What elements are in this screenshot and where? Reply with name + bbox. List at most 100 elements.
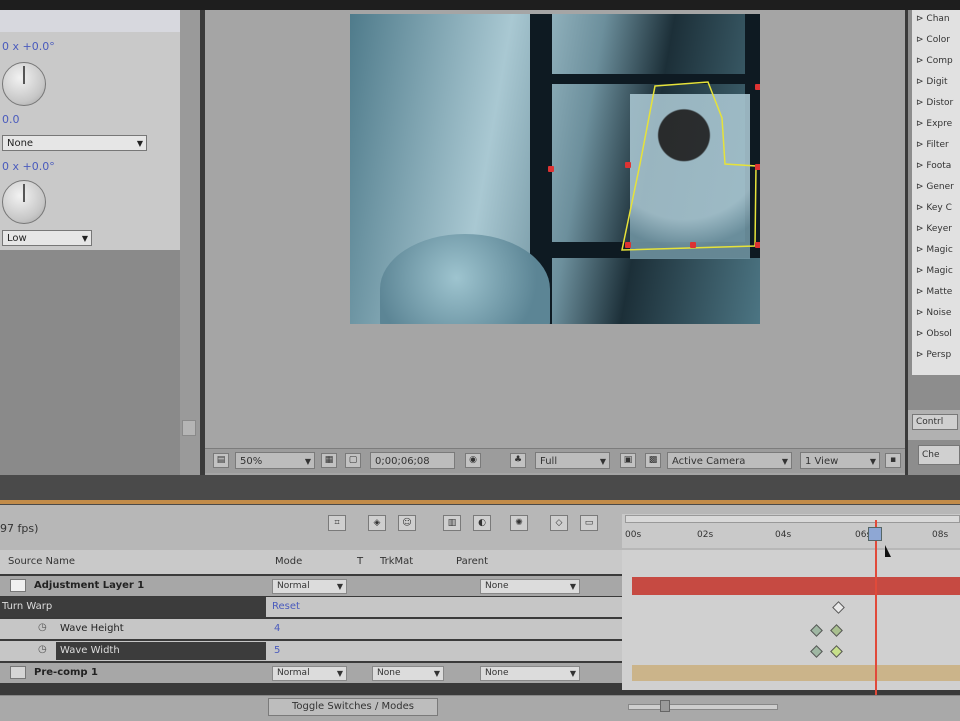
character-button[interactable]: Che bbox=[918, 445, 960, 465]
property-row-wave-height[interactable]: ◷ Wave Height 4 bbox=[0, 619, 622, 639]
preset-category[interactable]: ⊳ Obsol bbox=[916, 329, 952, 339]
camera-select[interactable]: Active Camera ▼ bbox=[667, 452, 792, 469]
effect-name[interactable]: Turn Warp bbox=[2, 601, 52, 612]
layer-trkmat-select[interactable]: None ▼ bbox=[372, 666, 444, 681]
frame-blending-icon[interactable]: ▥ bbox=[443, 515, 461, 531]
channel-icon[interactable]: ♣ bbox=[510, 453, 526, 468]
preset-category[interactable]: ⊳ Persp bbox=[916, 350, 951, 360]
layer-name[interactable]: Adjustment Layer 1 bbox=[34, 580, 144, 591]
shy-icon[interactable]: ☺ bbox=[398, 515, 416, 531]
column-parent[interactable]: Parent bbox=[456, 556, 488, 567]
timeline-zoom-slider[interactable] bbox=[628, 704, 778, 710]
zoom-slider-thumb[interactable] bbox=[660, 700, 670, 712]
property3-select-label: Low bbox=[7, 233, 27, 244]
property-value[interactable]: 5 bbox=[274, 645, 280, 656]
preset-category[interactable]: ⊳ Gener bbox=[916, 182, 954, 192]
stopwatch-icon[interactable]: ◷ bbox=[38, 644, 47, 655]
mouse-cursor-icon bbox=[885, 545, 891, 557]
effect-row-turn-warp[interactable]: Turn Warp Reset bbox=[0, 597, 622, 617]
layer-row-adjustment[interactable]: Adjustment Layer 1 Normal ▼ None ▼ bbox=[0, 576, 622, 596]
mask-vertex[interactable] bbox=[755, 242, 760, 248]
transparency-grid-icon[interactable]: ▩ bbox=[645, 453, 661, 468]
controls-button[interactable]: Contrl bbox=[912, 414, 958, 430]
angle-dial-1[interactable] bbox=[2, 62, 46, 106]
property2-select[interactable]: None ▼ bbox=[2, 135, 147, 151]
layer-bar-precomp[interactable] bbox=[632, 665, 960, 681]
options-icon[interactable]: ▪ bbox=[885, 453, 901, 468]
preset-category[interactable]: ⊳ Digit bbox=[916, 77, 948, 87]
mask-vertex[interactable] bbox=[755, 84, 760, 90]
column-t[interactable]: T bbox=[357, 556, 363, 567]
composition-frame[interactable] bbox=[350, 14, 760, 324]
effect-controls-scrollbar[interactable] bbox=[180, 10, 200, 475]
property-row-wave-width[interactable]: ◷ Wave Width 5 bbox=[0, 641, 622, 661]
property2-value[interactable]: 0.0 bbox=[2, 113, 20, 126]
layer-name[interactable]: Pre-comp 1 bbox=[34, 667, 98, 678]
mask-vertex[interactable] bbox=[755, 164, 760, 170]
layer-parent-select[interactable]: None ▼ bbox=[480, 579, 580, 594]
playhead-handle[interactable] bbox=[868, 527, 882, 541]
snapshot-icon[interactable]: ◉ bbox=[465, 453, 481, 468]
angle-dial-2[interactable] bbox=[2, 180, 46, 224]
layer-mode-select[interactable]: Normal ▼ bbox=[272, 666, 347, 681]
preset-category[interactable]: ⊳ Filter bbox=[916, 140, 949, 150]
region-icon[interactable]: ▣ bbox=[620, 453, 636, 468]
toggle-switches-modes-button[interactable]: Toggle Switches / Modes bbox=[268, 698, 438, 716]
chevron-down-icon: ▼ bbox=[304, 457, 311, 466]
preset-category[interactable]: ⊳ Keyer bbox=[916, 224, 952, 234]
property-value[interactable]: 4 bbox=[274, 623, 280, 634]
preset-category[interactable]: ⊳ Chan bbox=[916, 14, 950, 24]
property3-value[interactable]: 0 x +0.0° bbox=[2, 160, 55, 173]
preset-category[interactable]: ⊳ Noise bbox=[916, 308, 951, 318]
ruler-tick: 04s bbox=[775, 530, 792, 540]
view-layout-select[interactable]: 1 View ▼ bbox=[800, 452, 880, 469]
preset-category[interactable]: ⊳ Comp bbox=[916, 56, 953, 66]
mask-vertex[interactable] bbox=[548, 166, 554, 172]
preset-category[interactable]: ⊳ Expre bbox=[916, 119, 952, 129]
layer-row-precomp[interactable]: Pre-comp 1 Normal ▼ None ▼ None ▼ bbox=[0, 663, 622, 683]
layer-mode-select[interactable]: Normal ▼ bbox=[272, 579, 347, 594]
column-source-name[interactable]: Source Name bbox=[8, 556, 75, 567]
brainstorm-icon[interactable]: ✺ bbox=[510, 515, 528, 531]
column-mode[interactable]: Mode bbox=[275, 556, 302, 567]
property3-select[interactable]: Low ▼ bbox=[2, 230, 92, 246]
motion-blur-icon[interactable]: ◐ bbox=[473, 515, 491, 531]
preset-category[interactable]: ⊳ Color bbox=[916, 35, 950, 45]
preset-category[interactable]: ⊳ Foota bbox=[916, 161, 951, 171]
property1-value[interactable]: 0 x +0.0° bbox=[2, 40, 55, 53]
graph-editor-icon[interactable]: ▭ bbox=[580, 515, 598, 531]
property-name[interactable]: Wave Height bbox=[60, 623, 124, 634]
layer-bar-adjustment[interactable] bbox=[632, 577, 960, 595]
mask-path[interactable] bbox=[350, 14, 760, 324]
preset-category[interactable]: ⊳ Distor bbox=[916, 98, 953, 108]
mask-visibility-icon[interactable]: ▢ bbox=[345, 453, 361, 468]
work-area-bar[interactable] bbox=[625, 515, 960, 523]
resolution-select[interactable]: Full ▼ bbox=[535, 452, 610, 469]
draft-3d-icon[interactable]: ◈ bbox=[368, 515, 386, 531]
effect-controls-content: 0 x +0.0° 0.0 None ▼ 0 x +0.0° Low ▼ bbox=[0, 10, 180, 250]
mask-vertex[interactable] bbox=[690, 242, 696, 248]
column-trkmat[interactable]: TrkMat bbox=[380, 556, 413, 567]
comp-mini-flowchart-icon[interactable]: ⌗ bbox=[328, 515, 346, 531]
zoom-select[interactable]: 50% ▼ bbox=[235, 452, 315, 469]
playhead-line[interactable] bbox=[875, 520, 877, 695]
top-strip bbox=[0, 0, 960, 10]
grid-icon[interactable]: ▦ bbox=[321, 453, 337, 468]
stopwatch-icon[interactable]: ◷ bbox=[38, 622, 47, 633]
preset-category[interactable]: ⊳ Key C bbox=[916, 203, 952, 213]
auto-keyframe-icon[interactable]: ◇ bbox=[550, 515, 568, 531]
resize-grip-icon[interactable] bbox=[182, 420, 196, 436]
mask-vertex[interactable] bbox=[625, 162, 631, 168]
preset-category[interactable]: ⊳ Matte bbox=[916, 287, 952, 297]
reset-link[interactable]: Reset bbox=[272, 601, 300, 612]
presets-footer: Contrl bbox=[908, 410, 960, 440]
timecode-field[interactable]: 0;00;06;08 bbox=[370, 452, 455, 469]
property-name[interactable]: Wave Width bbox=[60, 645, 120, 656]
chevron-down-icon: ▼ bbox=[569, 669, 576, 678]
preset-category[interactable]: ⊳ Magic bbox=[916, 266, 953, 276]
layer-mode-value: Normal bbox=[277, 668, 310, 678]
layer-parent-select[interactable]: None ▼ bbox=[480, 666, 580, 681]
mask-vertex[interactable] bbox=[625, 242, 631, 248]
monitor-icon[interactable]: ▤ bbox=[213, 453, 229, 468]
preset-category[interactable]: ⊳ Magic bbox=[916, 245, 953, 255]
